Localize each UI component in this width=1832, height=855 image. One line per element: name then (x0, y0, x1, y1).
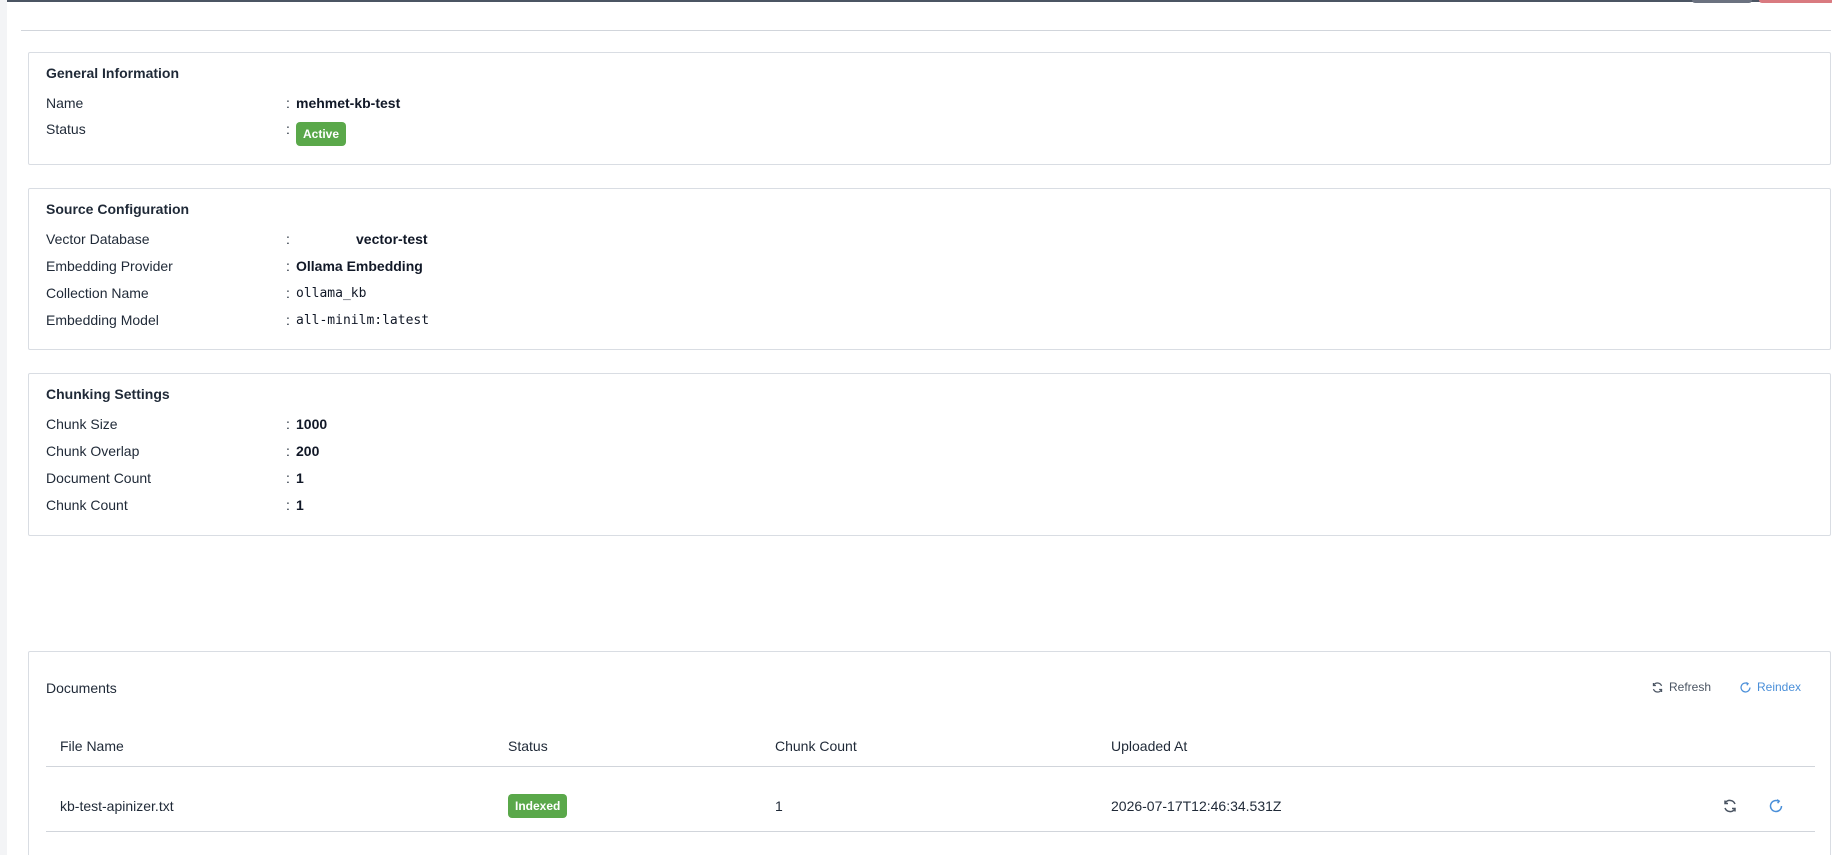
embedding-model-value: all-minilm:latest (296, 312, 430, 328)
reindex-icon (1740, 681, 1751, 693)
chunk-size-value: 1000 (296, 416, 328, 432)
page: General Information Name : mehmet-kb-tes… (0, 0, 1832, 855)
colon: : (286, 95, 290, 111)
colon: : (286, 285, 290, 301)
card-title: Source Configuration (46, 201, 190, 217)
vector-db-value: vector-test (356, 231, 428, 247)
chunk-size-label: Chunk Size (46, 416, 118, 432)
refresh-label: Refresh (1669, 680, 1712, 694)
chunk-overlap-row: Chunk Overlap : 200 (46, 441, 319, 461)
refresh-button[interactable]: Refresh (1651, 680, 1711, 694)
chunk-size-row: Chunk Size : 1000 (46, 414, 327, 434)
colon: : (286, 231, 290, 247)
embedding-provider-value: Ollama Embedding (296, 258, 423, 274)
row-refresh-icon[interactable] (1722, 798, 1738, 814)
chunk-count-value: 1 (296, 497, 304, 513)
document-count-label: Document Count (46, 470, 152, 486)
vector-db-label: Vector Database (46, 231, 150, 247)
embedding-model-label: Embedding Model (46, 312, 159, 328)
collection-name-row: Collection Name : ollama_kb (46, 283, 366, 303)
vector-db-row: Vector Database : vector-test (46, 229, 428, 249)
file-name-cell: kb-test-apinizer.txt (60, 798, 174, 814)
card-title: General Information (46, 65, 180, 81)
colon: : (286, 121, 290, 137)
table-header-divider (46, 766, 1815, 767)
chunk-count-label: Chunk Count (46, 497, 128, 513)
colon: : (286, 258, 290, 274)
document-count-row: Document Count : 1 (46, 468, 304, 488)
uploaded-at-cell: 2026-07-17T12:46:34.531Z (1111, 798, 1282, 814)
chunk-count-cell: 1 (775, 798, 783, 814)
name-row: Name : mehmet-kb-test (46, 93, 400, 113)
column-header-status[interactable]: Status (508, 738, 548, 754)
embedding-model-row: Embedding Model : all-minilm:latest (46, 310, 429, 330)
status-badge: Active (296, 122, 347, 146)
status-row: Status : Active (46, 121, 347, 147)
colon: : (286, 470, 290, 486)
name-label: Name (46, 95, 84, 111)
table-row-divider (46, 831, 1815, 832)
column-header-file-name[interactable]: File Name (60, 738, 124, 754)
colon: : (286, 443, 290, 459)
refresh-icon (1652, 681, 1663, 693)
chunking-settings-card: Chunking Settings Chunk Size : 1000 Chun… (28, 373, 1831, 536)
chunk-overlap-value: 200 (296, 443, 320, 459)
embedding-provider-row: Embedding Provider : Ollama Embedding (46, 256, 423, 276)
name-value: mehmet-kb-test (296, 95, 401, 111)
chunk-count-row: Chunk Count : 1 (46, 495, 304, 515)
reindex-label: Reindex (1757, 680, 1802, 694)
top-danger-button[interactable] (1759, 0, 1832, 3)
top-secondary-button[interactable] (1692, 0, 1752, 3)
column-header-uploaded-at[interactable]: Uploaded At (1111, 738, 1187, 754)
colon: : (286, 312, 290, 328)
column-header-chunk-count[interactable]: Chunk Count (775, 738, 857, 754)
embedding-provider-label: Embedding Provider (46, 258, 173, 274)
general-information-card: General Information Name : mehmet-kb-tes… (28, 52, 1831, 165)
top-header-edge (7, 0, 1832, 2)
chunk-overlap-label: Chunk Overlap (46, 443, 140, 459)
card-title: Chunking Settings (46, 386, 170, 402)
colon: : (286, 497, 290, 513)
source-configuration-card: Source Configuration Vector Database : v… (28, 188, 1831, 350)
colon: : (286, 416, 290, 432)
row-reindex-icon[interactable] (1768, 798, 1784, 814)
documents-card: Documents Refresh Reindex File Name Stat… (28, 651, 1831, 855)
status-label: Status (46, 121, 86, 137)
document-count-value: 1 (296, 470, 304, 486)
collection-name-value: ollama_kb (296, 285, 367, 301)
indexed-badge: Indexed (508, 794, 568, 818)
reindex-button[interactable]: Reindex (1739, 680, 1801, 694)
documents-title: Documents (46, 680, 117, 696)
status-cell: Indexed (508, 794, 568, 818)
collection-name-label: Collection Name (46, 285, 149, 301)
divider (21, 30, 1831, 31)
